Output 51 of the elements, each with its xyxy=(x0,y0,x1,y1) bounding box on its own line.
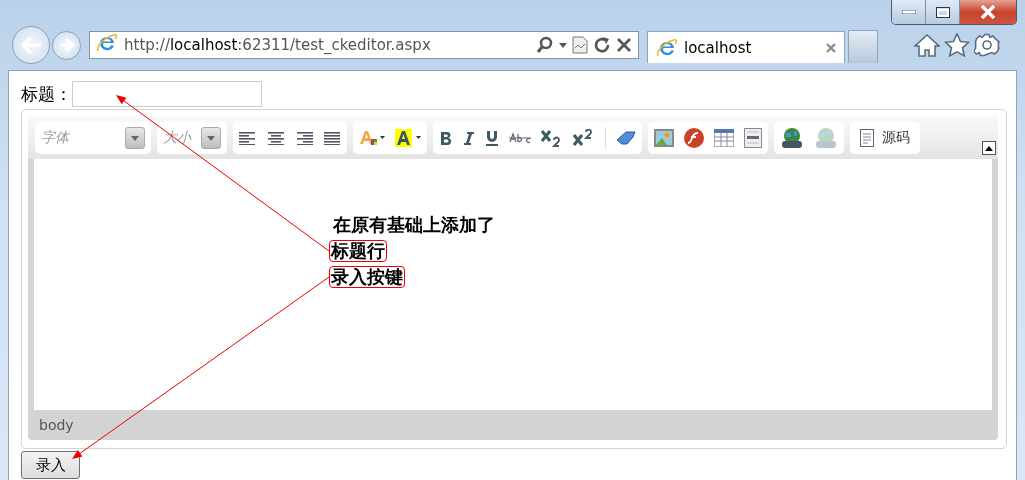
highlight-color-icon[interactable] xyxy=(395,129,421,147)
forward-arrow-icon xyxy=(58,38,75,52)
underline-icon[interactable] xyxy=(485,130,499,146)
strikethrough-icon[interactable] xyxy=(509,132,531,144)
flash-icon[interactable] xyxy=(684,128,704,148)
align-center-icon[interactable] xyxy=(267,131,285,145)
caret-up-icon xyxy=(985,145,993,151)
link-globe-icon[interactable] xyxy=(780,127,804,149)
align-right-icon[interactable] xyxy=(295,131,313,145)
text-color-icon[interactable] xyxy=(359,129,385,147)
address-bar[interactable]: http://localhost:62311/test_ckeditor.aspx xyxy=(89,31,639,59)
editor-body[interactable]: 在原有基础上添加了 标题行 录入按键 xyxy=(34,159,992,410)
superscript-icon[interactable] xyxy=(573,129,595,147)
maximize-icon xyxy=(935,6,950,18)
title-label: 标题： xyxy=(21,82,72,106)
refresh-icon[interactable] xyxy=(593,36,611,54)
star-icon[interactable] xyxy=(944,33,970,57)
italic-icon[interactable] xyxy=(463,131,475,145)
minimize-icon xyxy=(901,10,916,14)
stop-icon[interactable] xyxy=(616,37,632,53)
caret-icon xyxy=(207,135,215,141)
browser-tab[interactable]: localhost xyxy=(647,31,845,63)
document-icon xyxy=(860,129,874,147)
caret-icon[interactable] xyxy=(559,42,567,48)
collapse-toolbar-button[interactable] xyxy=(982,141,996,155)
url-text: http://localhost:62311/test_ckeditor.aspx xyxy=(124,36,432,54)
justify-icon[interactable] xyxy=(323,131,341,145)
broken-page-icon[interactable] xyxy=(572,36,588,54)
bold-icon[interactable] xyxy=(439,131,453,145)
close-button[interactable] xyxy=(960,0,1016,24)
table-icon[interactable] xyxy=(714,129,734,147)
home-icon[interactable] xyxy=(914,33,940,57)
settings-icon[interactable] xyxy=(974,33,1000,57)
subscript-icon[interactable] xyxy=(541,129,563,147)
eraser-icon[interactable] xyxy=(616,131,636,145)
element-path[interactable]: body xyxy=(39,417,74,433)
search-icon[interactable] xyxy=(536,36,554,54)
editor-text: 在原有基础上添加了 xyxy=(333,215,495,235)
browser-logo-icon xyxy=(96,32,118,54)
align-left-icon[interactable] xyxy=(239,131,257,145)
close-tab-icon[interactable] xyxy=(826,42,836,53)
title-field[interactable] xyxy=(72,81,262,107)
close-icon xyxy=(980,5,996,19)
back-arrow-icon xyxy=(20,36,42,54)
submit-button[interactable]: 录入 xyxy=(21,451,80,479)
source-button[interactable]: 源码 xyxy=(850,122,920,154)
caret-icon xyxy=(131,135,139,141)
maximize-button[interactable] xyxy=(926,0,960,24)
boxed-text: 标题行 xyxy=(329,240,387,262)
browser-logo-icon xyxy=(656,36,678,59)
boxed-text: 录入按键 xyxy=(329,266,405,288)
